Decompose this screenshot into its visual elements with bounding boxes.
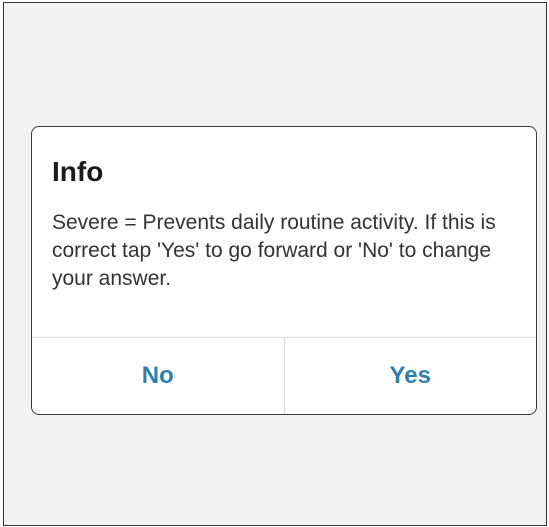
dialog-message: Severe = Prevents daily routine activity… — [52, 211, 496, 290]
app-screen: Info Severe = Prevents daily routine act… — [3, 2, 547, 526]
no-button[interactable]: No — [32, 338, 285, 414]
dialog-button-row: No Yes — [32, 337, 536, 414]
info-dialog: Info Severe = Prevents daily routine act… — [31, 126, 537, 415]
dialog-title: Info — [52, 156, 104, 187]
yes-button[interactable]: Yes — [285, 338, 537, 414]
